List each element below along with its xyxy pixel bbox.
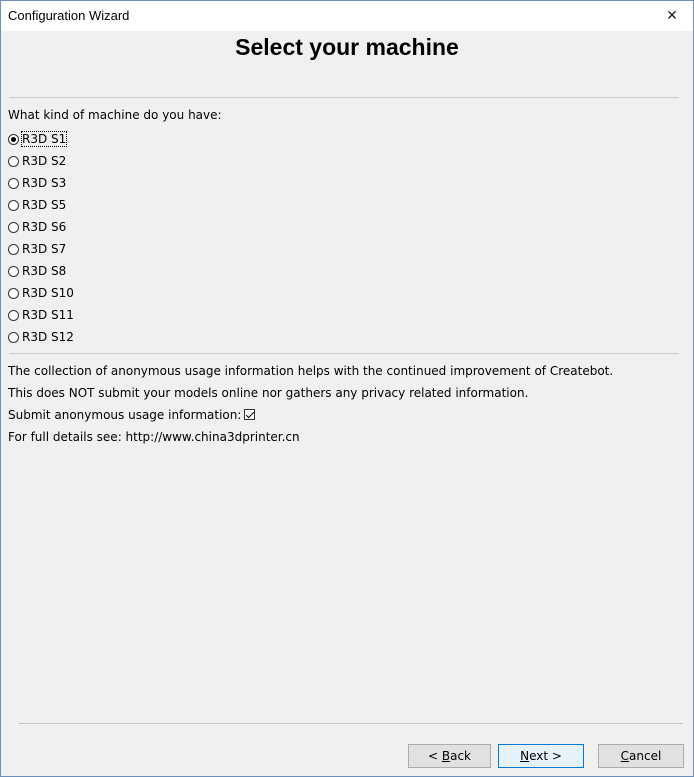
- machine-option-label: R3D S8: [22, 264, 67, 278]
- machine-option-label: R3D S7: [22, 242, 67, 256]
- details-link-text: For full details see: http://www.china3d…: [8, 430, 300, 444]
- radio-button[interactable]: [8, 331, 19, 343]
- back-button-prefix: <: [427, 749, 442, 763]
- next-button[interactable]: Next >: [498, 744, 584, 768]
- next-button-mnemonic: N: [520, 749, 530, 763]
- radio-button[interactable]: [8, 199, 19, 211]
- machine-option-label: R3D S1: [20, 131, 68, 147]
- machine-question-label: What kind of machine do you have:: [8, 108, 222, 122]
- radio-button[interactable]: [8, 287, 19, 299]
- machine-option-label: R3D S6: [22, 220, 67, 234]
- machine-option-label: R3D S12: [22, 330, 74, 344]
- machine-option[interactable]: R3D S2: [8, 150, 74, 172]
- divider: [9, 97, 679, 98]
- close-icon[interactable]: ✕: [651, 1, 693, 31]
- back-button-mnemonic: B: [441, 749, 451, 763]
- cancel-button-rest: ancel: [629, 749, 662, 763]
- machine-option[interactable]: R3D S7: [8, 238, 74, 260]
- machine-option-label: R3D S5: [22, 198, 67, 212]
- machine-option-label: R3D S2: [22, 154, 67, 168]
- machine-option[interactable]: R3D S5: [8, 194, 74, 216]
- submit-usage-checkbox[interactable]: [244, 409, 256, 420]
- divider: [19, 723, 683, 724]
- machine-option-label: R3D S3: [22, 176, 67, 190]
- title-bar: Configuration Wizard ✕: [1, 1, 693, 31]
- radio-button[interactable]: [8, 309, 19, 321]
- usage-info-line-1: The collection of anonymous usage inform…: [8, 364, 614, 378]
- configuration-wizard-window: Configuration Wizard ✕ Select your machi…: [0, 0, 694, 777]
- page-title: Select your machine: [235, 34, 459, 60]
- radio-button[interactable]: [8, 155, 19, 167]
- machine-option[interactable]: R3D S11: [8, 304, 74, 326]
- back-button-rest: ack: [450, 749, 471, 763]
- machine-option[interactable]: R3D S10: [8, 282, 74, 304]
- divider: [9, 353, 679, 354]
- radio-button[interactable]: [8, 177, 19, 189]
- cancel-button-mnemonic: C: [620, 749, 630, 763]
- machine-radio-group: R3D S1 R3D S2 R3D S3 R3D S5 R3D S6 R3D S7 R3D …: [8, 128, 74, 348]
- machine-option[interactable]: R3D S6: [8, 216, 74, 238]
- radio-button[interactable]: [8, 265, 19, 277]
- cancel-button[interactable]: Cancel: [598, 744, 684, 768]
- machine-option[interactable]: R3D S8: [8, 260, 74, 282]
- radio-button[interactable]: [8, 221, 19, 233]
- back-button[interactable]: < Back: [408, 744, 491, 768]
- submit-usage-label: Submit anonymous usage information:: [8, 408, 242, 422]
- machine-option-label: R3D S11: [22, 308, 74, 322]
- submit-usage-row: Submit anonymous usage information:: [8, 407, 256, 423]
- window-title: Configuration Wizard: [8, 8, 130, 23]
- machine-option[interactable]: R3D S12: [8, 326, 74, 348]
- radio-button[interactable]: [8, 133, 19, 145]
- machine-option[interactable]: R3D S1: [8, 128, 74, 150]
- radio-button[interactable]: [8, 243, 19, 255]
- next-button-rest: ext >: [529, 749, 562, 763]
- machine-option[interactable]: R3D S3: [8, 172, 74, 194]
- machine-option-label: R3D S10: [22, 286, 74, 300]
- usage-info-line-2: This does NOT submit your models online …: [8, 386, 529, 400]
